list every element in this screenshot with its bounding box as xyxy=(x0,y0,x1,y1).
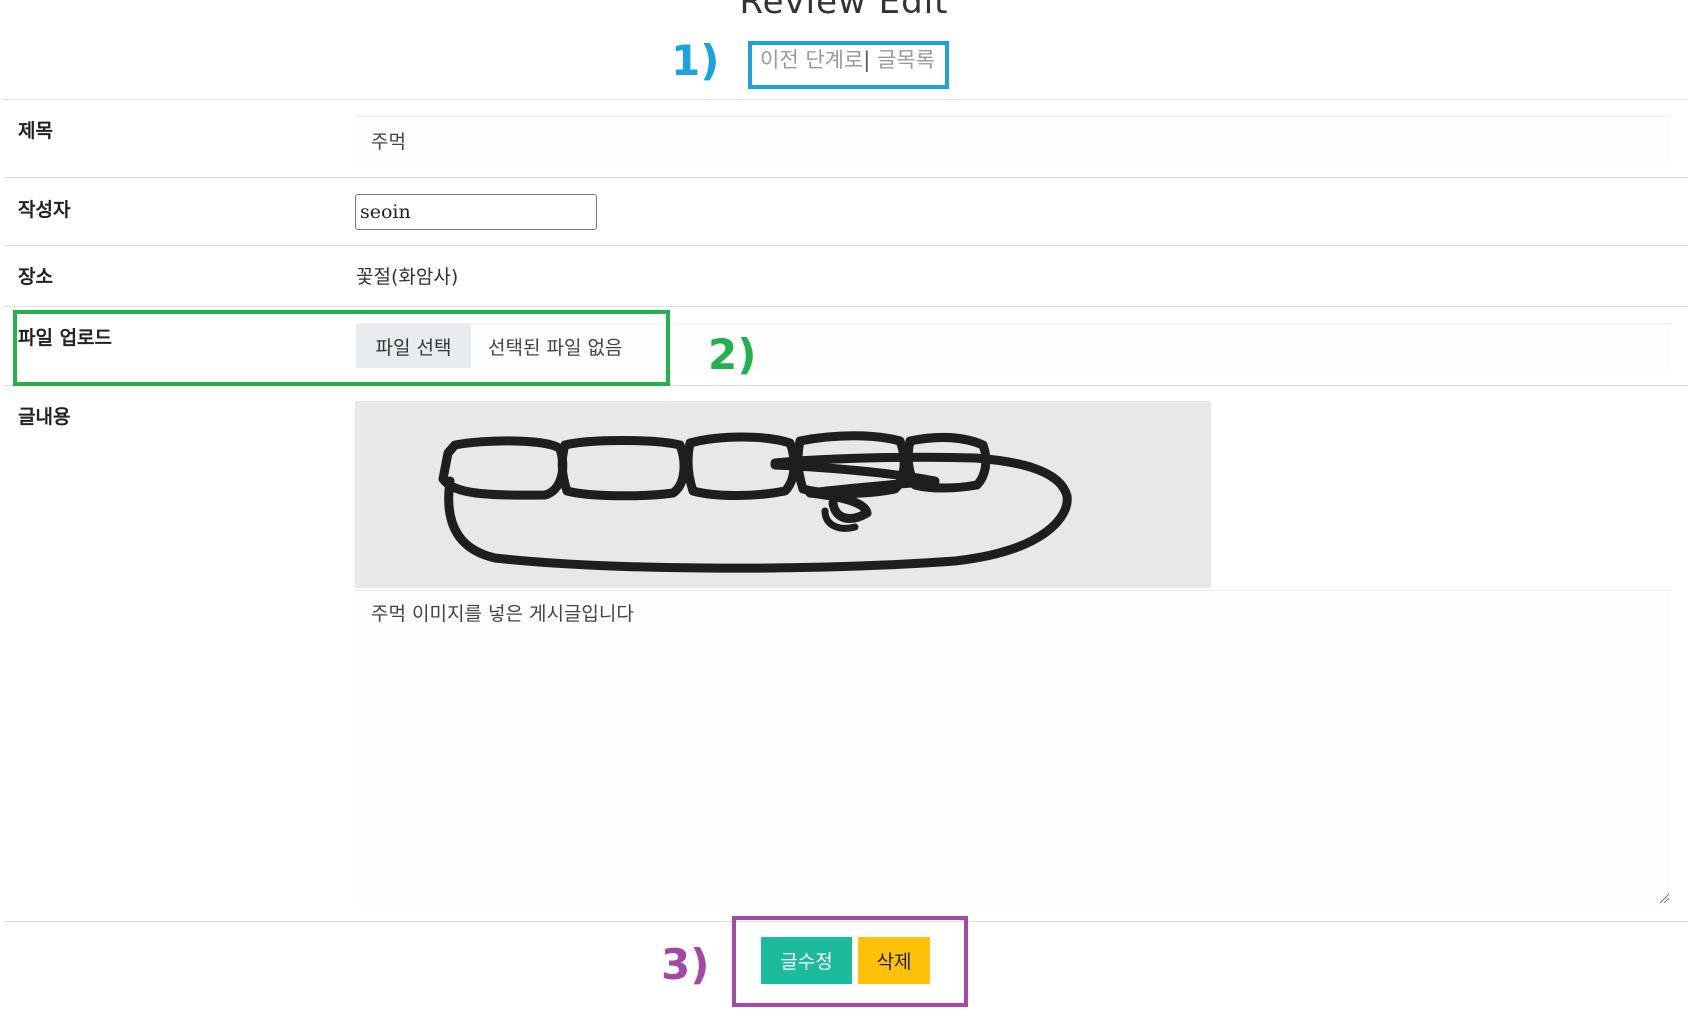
writer-label: 작성자 xyxy=(18,199,71,221)
divider xyxy=(3,306,1688,307)
divider xyxy=(3,177,1688,178)
content-textarea[interactable]: 주먹 이미지를 넣은 게시글입니다 xyxy=(355,590,1671,906)
title-input[interactable] xyxy=(355,116,1671,164)
page-title: Review Edit xyxy=(739,0,949,22)
annotation-label-3: 3) xyxy=(661,940,710,989)
writer-input[interactable] xyxy=(355,194,597,230)
divider xyxy=(3,245,1688,246)
content-label: 글내용 xyxy=(18,406,71,428)
fist-image xyxy=(355,401,1211,588)
annotation-label-1: 1) xyxy=(671,36,720,85)
annotation-label-2: 2) xyxy=(708,330,757,379)
review-edit-page: Review Edit 이전 단계로| 글목록 제목 작성자 장소 꽃절(화암사… xyxy=(0,0,1688,1011)
fist-icon xyxy=(355,401,1211,588)
title-label: 제목 xyxy=(18,120,53,142)
place-label: 장소 xyxy=(18,266,53,288)
divider xyxy=(3,99,1688,100)
annotation-box-2 xyxy=(13,310,670,386)
annotation-box-1 xyxy=(748,41,949,89)
place-value: 꽃절(화암사) xyxy=(356,266,459,288)
annotation-box-3 xyxy=(732,916,968,1007)
resize-handle-icon[interactable] xyxy=(1658,892,1670,904)
